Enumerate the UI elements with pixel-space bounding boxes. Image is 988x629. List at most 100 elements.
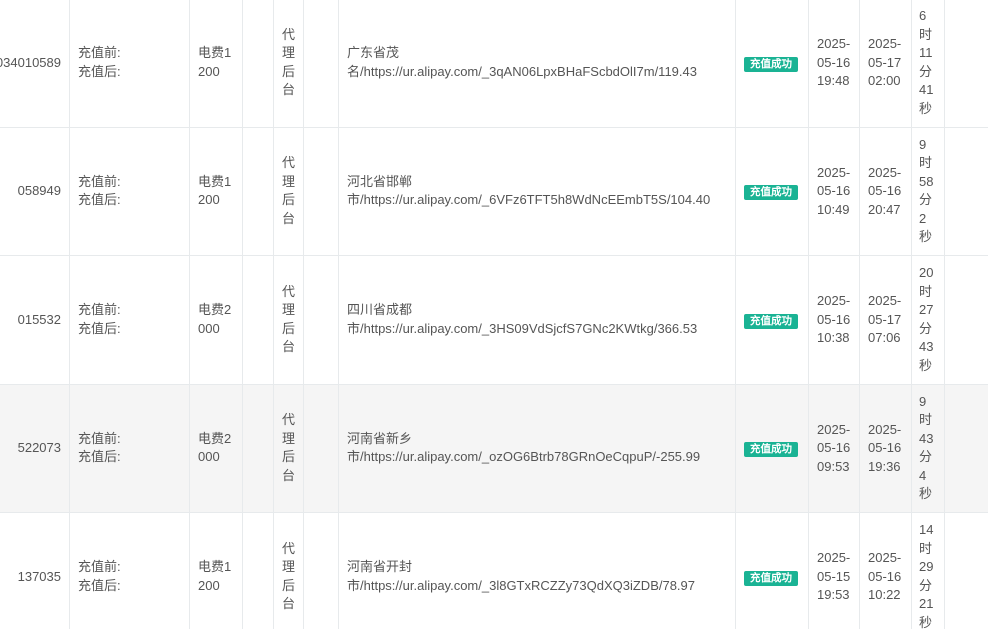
created-time: 2025-05-16 10:38 [817, 293, 851, 345]
created-time-cell: 2025-05-16 09:53 [808, 383, 860, 513]
detail-link: 市/https://ur.alipay.com/_6VFz6TFT5h8WdNc… [347, 192, 711, 208]
table-row: 058949 充值前: 充值后: 电费1200 代理后台 河北省邯郸市/https… [0, 126, 988, 256]
before-label: 充值前: [78, 559, 121, 575]
created-time: 2025-05-15 19:53 [817, 550, 851, 602]
product-name: 电费2000 [198, 430, 232, 465]
status-badge: 充值成功 [744, 56, 798, 72]
created-time: 2025-05-16 10:49 [817, 164, 851, 217]
product-cell: 电费2000 [189, 383, 243, 513]
table-row: 137035 充值前: 充值后: 电费1200 代理后台 河南省开封市/https… [0, 512, 988, 629]
duration-cell: 14时29分21秒 [911, 512, 945, 629]
orders-table-viewport: 034010589 充值前: 充值后: 电费1200 代理后台 广东省茂名/htt… [0, 0, 988, 629]
status-badge: 充值成功 [744, 313, 798, 329]
empty-cell [303, 383, 339, 513]
detail-province: 河南省开封 [347, 559, 413, 575]
after-label: 充值后: [78, 320, 121, 336]
channel-cell: 代理后台 [273, 0, 304, 128]
finished-time: 2025-05-16 20:47 [868, 164, 902, 217]
empty-cell [944, 126, 988, 256]
product-name: 电费2000 [198, 302, 232, 336]
order-id: 015532 [17, 311, 61, 327]
detail-cell: 河北省邯郸市/https://ur.alipay.com/_6VFz6TFT5h… [338, 126, 736, 256]
detail-province: 河南省新乡 [347, 430, 413, 446]
finished-time: 2025-05-17 07:06 [868, 293, 902, 345]
detail-cell: 河南省新乡 市/https://ur.alipay.com/_ozOG6Btrb7… [338, 383, 736, 513]
empty-cell [242, 255, 274, 385]
empty-cell [303, 512, 339, 629]
balance-cell: 充值前: 充值后: [69, 383, 190, 513]
duration: 9时58分2秒 [919, 136, 934, 245]
channel-cell: 代理后台 [273, 512, 304, 629]
channel-name: 代理后台 [282, 412, 296, 483]
detail-province: 广东省茂 [347, 45, 400, 61]
before-label: 充值前: [78, 45, 121, 61]
detail-province: 河北省邯郸 [347, 173, 413, 189]
created-time-cell: 2025-05-16 10:38 [808, 255, 860, 385]
duration-cell: 20时27分43秒 [911, 255, 945, 385]
duration: 6时11分41秒 [919, 8, 934, 116]
created-time: 2025-05-16 19:48 [817, 36, 851, 88]
product-cell: 电费1200 [189, 512, 243, 629]
duration: 9时43分4秒 [919, 393, 934, 502]
duration: 14时29分21秒 [919, 522, 934, 629]
empty-cell [303, 126, 339, 256]
order-id: 034010589 [0, 54, 61, 70]
empty-cell [944, 0, 988, 128]
balance-cell: 充值前: 充值后: [69, 0, 190, 128]
order-id-cell: 522073 [0, 383, 70, 513]
balance-cell: 充值前: 充值后: [69, 512, 190, 629]
finished-time-cell: 2025-05-16 19:36 [859, 383, 912, 513]
table-row: 034010589 充值前: 充值后: 电费1200 代理后台 广东省茂名/htt… [0, 0, 988, 128]
before-label: 充值前: [78, 302, 121, 318]
status-cell: 充值成功 [735, 126, 809, 256]
balance-cell: 充值前: 充值后: [69, 126, 190, 256]
detail-link: 市/https://ur.alipay.com/_3HS09VdSjcfS7GN… [347, 320, 698, 336]
status-cell: 充值成功 [735, 383, 809, 513]
product-name: 电费1200 [198, 173, 232, 208]
empty-cell [944, 383, 988, 513]
table-body: 034010589 充值前: 充值后: 电费1200 代理后台 广东省茂名/htt… [0, 0, 988, 629]
orders-table: 034010589 充值前: 充值后: 电费1200 代理后台 广东省茂名/htt… [0, 0, 988, 629]
after-label: 充值后: [78, 192, 121, 208]
product-name: 电费1200 [198, 559, 232, 593]
order-id: 522073 [17, 440, 61, 455]
empty-cell [303, 255, 339, 385]
created-time-cell: 2025-05-15 19:53 [808, 512, 860, 629]
duration-cell: 9时58分2秒 [911, 126, 945, 256]
channel-cell: 代理后台 [273, 255, 304, 385]
after-label: 充值后: [78, 63, 121, 79]
detail-cell: 河南省开封市/https://ur.alipay.com/_3l8GTxRCZZ… [338, 512, 736, 629]
finished-time-cell: 2025-05-17 07:06 [859, 255, 912, 385]
empty-cell [944, 255, 988, 385]
empty-cell [242, 383, 274, 513]
after-label: 充值后: [78, 577, 121, 593]
channel-name: 代理后台 [282, 540, 296, 612]
table-row: 015532 充值前: 充值后: 电费2000 代理后台 四川省成都市/https… [0, 255, 988, 385]
status-cell: 充值成功 [735, 0, 809, 128]
table-row: 522073 充值前: 充值后: 电费2000 代理后台 河南省新乡 市/https… [0, 383, 988, 513]
detail-link: 市/https://ur.alipay.com/_3l8GTxRCZZy73Qd… [347, 577, 696, 593]
order-id: 137035 [17, 568, 61, 584]
product-cell: 电费2000 [189, 255, 243, 385]
channel-name: 代理后台 [282, 283, 296, 355]
finished-time-cell: 2025-05-16 20:47 [859, 126, 912, 256]
detail-province: 四川省成都 [347, 302, 413, 318]
status-badge: 充值成功 [744, 570, 798, 586]
channel-name: 代理后台 [282, 26, 296, 98]
finished-time: 2025-05-17 02:00 [868, 36, 902, 88]
before-label: 充值前: [78, 430, 121, 446]
product-name: 电费1200 [198, 45, 232, 79]
created-time-cell: 2025-05-16 19:48 [808, 0, 860, 128]
order-id-cell: 137035 [0, 512, 70, 629]
channel-cell: 代理后台 [273, 126, 304, 256]
finished-time: 2025-05-16 10:22 [868, 550, 902, 602]
order-id-cell: 058949 [0, 126, 70, 256]
detail-cell: 广东省茂名/https://ur.alipay.com/_3qAN06LpxBH… [338, 0, 736, 128]
product-cell: 电费1200 [189, 0, 243, 128]
detail-link: 名/https://ur.alipay.com/_3qAN06LpxBHaFSc… [347, 63, 697, 79]
finished-time-cell: 2025-05-17 02:00 [859, 0, 912, 128]
detail-cell: 四川省成都市/https://ur.alipay.com/_3HS09VdSjc… [338, 255, 736, 385]
empty-cell [242, 512, 274, 629]
order-id: 058949 [17, 183, 61, 198]
after-label: 充值后: [78, 449, 121, 465]
